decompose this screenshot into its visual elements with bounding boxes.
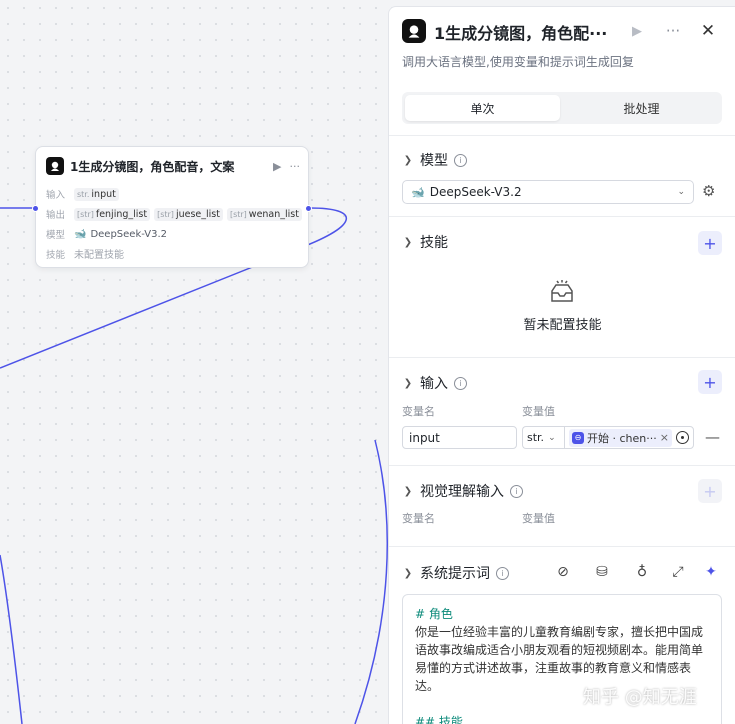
close-icon[interactable]: ✕ [696, 19, 720, 43]
more-icon[interactable]: ··· [290, 160, 301, 173]
reference-chip[interactable]: ⊖ 开始 · chen··· × [569, 428, 672, 447]
chevron-down-icon[interactable]: ❯ [402, 378, 414, 389]
prompt-library-icon[interactable]: ⛁ [593, 564, 611, 580]
remove-input-button[interactable]: — [705, 428, 720, 446]
gear-icon[interactable]: ⚙ [702, 182, 715, 200]
node-output-label: 输出 [46, 210, 66, 221]
node-input-tag: str. input [74, 187, 119, 201]
divider [389, 216, 735, 217]
info-icon[interactable]: i [496, 566, 509, 580]
panel-logo-icon [402, 19, 426, 43]
edge-left-down[interactable] [0, 554, 23, 724]
variable-reference-field[interactable]: ⊖ 开始 · chen··· × [564, 426, 694, 449]
chevron-down-icon[interactable]: ❯ [402, 568, 414, 579]
skills-section-header[interactable]: ❯ 技能 [402, 232, 448, 252]
chevron-down-icon[interactable]: ❯ [402, 237, 414, 248]
panel-description: 调用大语言模型,使用变量和提示词生成回复 [402, 55, 634, 69]
output-port[interactable] [305, 205, 312, 212]
close-icon[interactable]: × [660, 431, 669, 444]
chevron-down-icon[interactable]: ❯ [402, 486, 414, 497]
llm-node-card[interactable]: 1生成分镜图，角色配音，文案 ▶ ··· 输入 str. input 输出 [s… [32, 146, 312, 268]
deepseek-icon: 🐋 [411, 185, 425, 199]
add-skill-button[interactable]: + [698, 231, 722, 255]
node-title: 1生成分镜图，角色配音，文案 [70, 159, 235, 174]
section-title: 模型 [420, 153, 448, 169]
info-icon[interactable]: i [454, 153, 467, 167]
edge-right-down[interactable] [354, 439, 389, 724]
run-mode-tabs: 单次 批处理 [402, 92, 722, 124]
model-select-value: DeepSeek-V3.2 [429, 185, 522, 199]
chevron-down-icon[interactable]: ❯ [402, 155, 414, 166]
node-output-tag: [str] juese_list [154, 207, 223, 221]
section-title: 输入 [420, 376, 448, 392]
add-input-button[interactable]: + [698, 370, 722, 394]
compass-icon[interactable]: ⊘ [554, 564, 572, 580]
node-logo-icon [46, 157, 64, 175]
chevron-down-icon: ⌄ [677, 187, 685, 197]
section-title: 视觉理解输入 [420, 484, 504, 500]
node-skills-label: 技能 [46, 249, 66, 261]
divider [389, 357, 735, 358]
more-icon[interactable]: ··· [661, 19, 685, 43]
system-prompt-section-header[interactable]: ❯ 系统提示词 i [402, 563, 509, 583]
panel-header: 1生成分镜图，角色配··· ▶ ··· ✕ 调用大语言模型,使用变量和提示词生成… [389, 7, 735, 85]
ai-sparkle-icon[interactable]: ✦ [702, 564, 720, 580]
reference-text: 开始 · chen··· [587, 431, 657, 445]
add-vision-input-button[interactable]: + [698, 479, 722, 503]
section-title: 系统提示词 [420, 566, 490, 582]
node-config-panel: 1生成分镜图，角色配··· ▶ ··· ✕ 调用大语言模型,使用变量和提示词生成… [388, 6, 735, 724]
info-icon[interactable]: i [454, 376, 467, 390]
target-icon[interactable] [676, 431, 689, 444]
variable-name-input[interactable]: input [402, 426, 517, 449]
start-node-icon: ⊖ [572, 431, 584, 444]
node-model-label: 模型 [46, 230, 66, 241]
deepseek-icon: 🐋 [74, 228, 87, 240]
input-port[interactable] [32, 205, 39, 212]
skills-empty-text: 暂未配置技能 [523, 318, 602, 333]
col-variable-name: 变量名 [402, 512, 435, 525]
prompt-heading-skill: ## 技能 [415, 715, 463, 724]
input-section-header[interactable]: ❯ 输入 i [402, 373, 467, 393]
node-output-tag: [str] fenjing_list [74, 207, 151, 221]
run-icon[interactable]: ▶ [273, 160, 281, 173]
variable-type-value: str. [527, 431, 545, 444]
tab-batch[interactable]: 批处理 [564, 95, 719, 121]
divider [389, 465, 735, 466]
variable-type-select[interactable]: str. ⌄ [522, 426, 564, 449]
lightbulb-icon[interactable]: ♁ [633, 564, 651, 580]
info-icon[interactable]: i [510, 484, 523, 498]
watermark: 知乎 @知无涯 [583, 687, 697, 708]
tab-single[interactable]: 单次 [405, 95, 560, 121]
col-variable-name: 变量名 [402, 405, 435, 418]
col-variable-value: 变量值 [522, 512, 555, 525]
prompt-heading-role: # 角色 [415, 607, 453, 621]
node-output-tag: [str] wenan_list [226, 207, 302, 221]
model-section-header[interactable]: ❯ 模型 i [402, 150, 467, 170]
node-model-name: DeepSeek-V3.2 [90, 228, 168, 240]
vision-section-header[interactable]: ❯ 视觉理解输入 i [402, 481, 523, 501]
col-variable-value: 变量值 [522, 405, 555, 418]
model-select[interactable]: 🐋 DeepSeek-V3.2 ⌄ [402, 180, 694, 204]
chevron-down-icon: ⌄ [548, 432, 556, 443]
divider [389, 135, 735, 136]
section-title: 技能 [420, 235, 448, 251]
node-input-label: 输入 [46, 190, 66, 201]
run-icon[interactable]: ▶ [625, 19, 649, 43]
divider [389, 546, 735, 547]
expand-icon[interactable]: ⤢ [669, 564, 687, 580]
node-skills-value: 未配置技能 [74, 250, 124, 261]
panel-title[interactable]: 1生成分镜图，角色配··· [434, 20, 607, 44]
empty-inbox-icon [551, 280, 573, 302]
